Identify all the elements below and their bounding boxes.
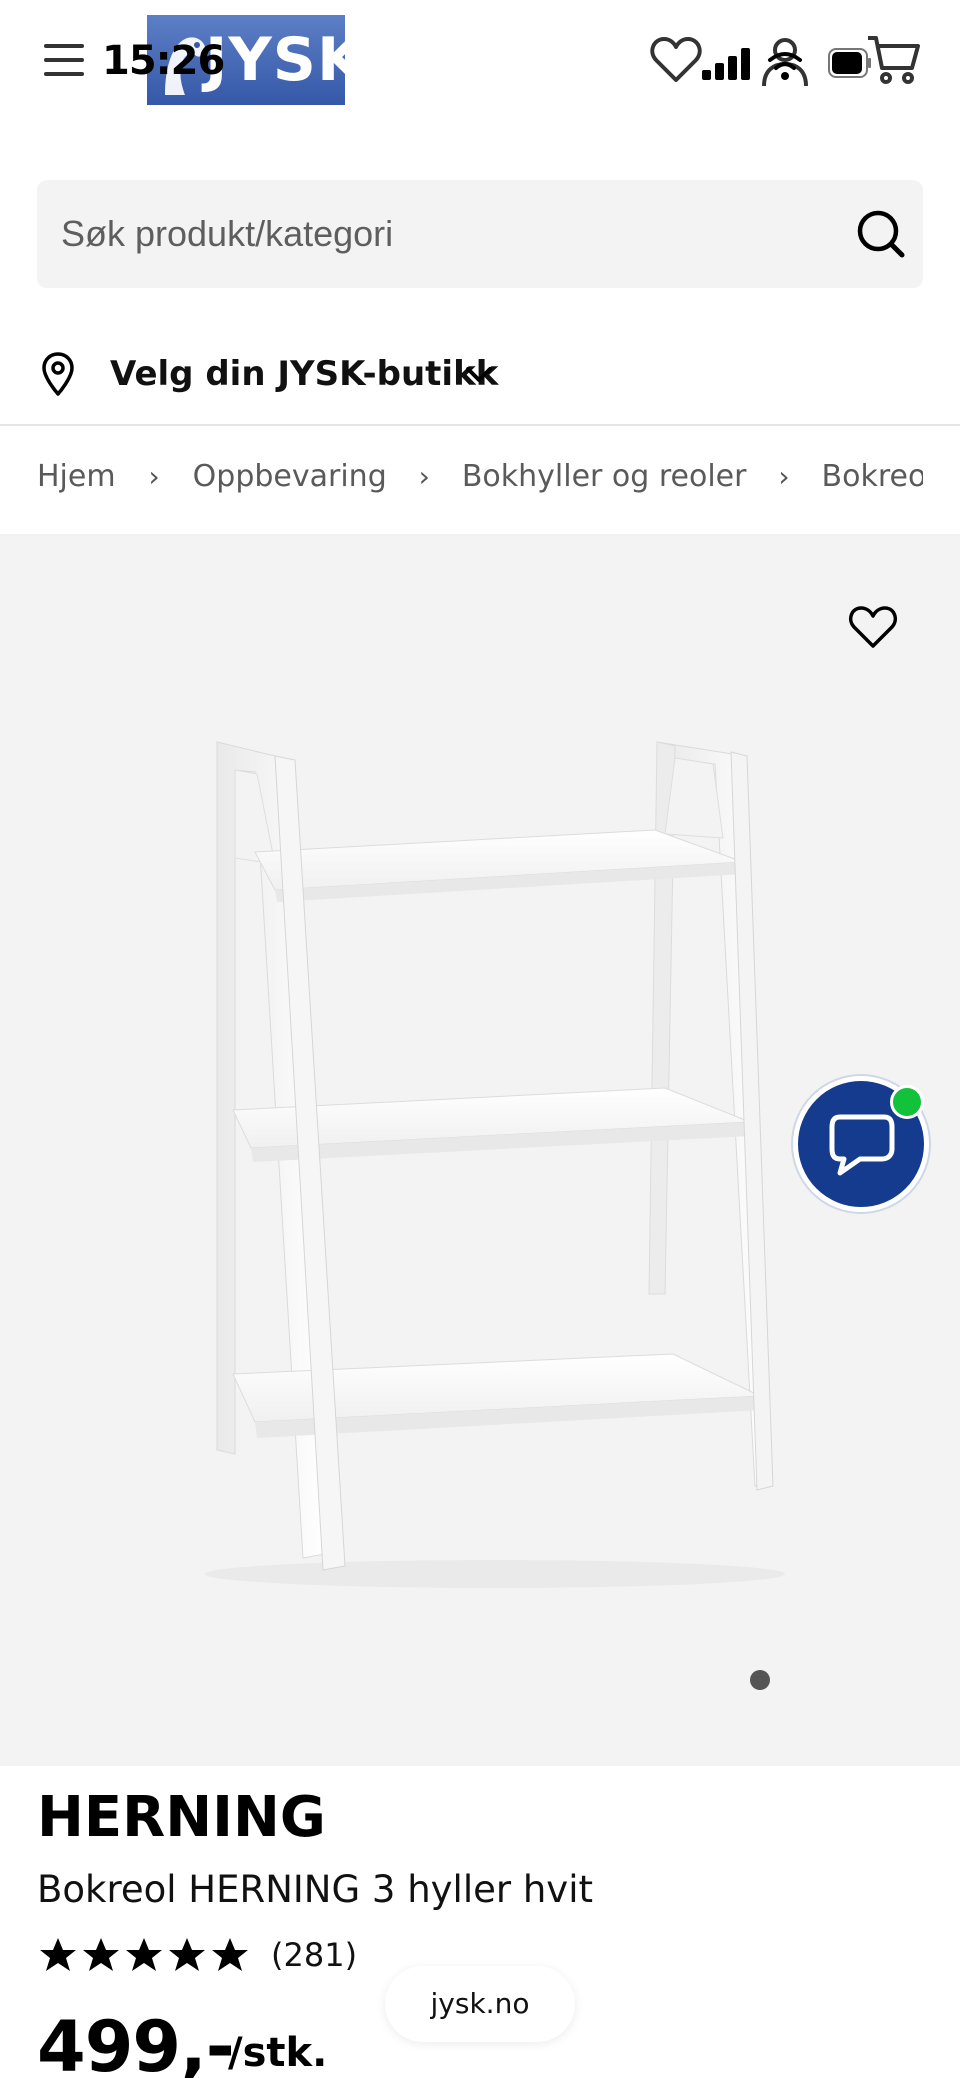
product-image [205, 741, 785, 1588]
product-name: Bokreol HERNING 3 hyller hvit [37, 1868, 593, 1911]
search-input[interactable] [61, 210, 801, 258]
breadcrumb-item-storage[interactable]: Oppbevaring [193, 459, 387, 494]
product-brand: HERNING [37, 1785, 326, 1850]
breadcrumb: Hjem › Oppbevaring › Bokhyller og reoler… [37, 458, 923, 502]
favorite-heart-icon[interactable] [848, 604, 898, 650]
store-selector[interactable]: Velg din JYSK-butikk [37, 340, 923, 410]
review-count: (281) [271, 1936, 358, 1974]
user-icon[interactable] [760, 36, 810, 88]
chevron-down-icon [466, 367, 492, 382]
online-status-dot [890, 1085, 924, 1119]
cart-icon[interactable] [866, 34, 920, 86]
price-unit: /stk. [228, 2030, 328, 2076]
breadcrumb-item-home[interactable]: Hjem [37, 459, 116, 494]
chevron-right-icon: › [148, 460, 160, 493]
heart-icon[interactable] [650, 36, 702, 84]
product-price: 499,- [37, 2006, 235, 2078]
site-header: JYSK 15:26 [0, 0, 960, 130]
search-bar [37, 180, 923, 288]
chevron-right-icon: › [418, 460, 430, 493]
status-time: 15:26 [102, 38, 225, 84]
search-icon[interactable] [852, 205, 912, 265]
browser-url-pill[interactable]: jysk.no [385, 1966, 575, 2042]
logo-text: JYSK [205, 25, 365, 95]
breadcrumb-item-current: Bokreol HERNING 3 hyller hvit [821, 459, 923, 494]
signal-icon [702, 48, 750, 80]
store-selector-label: Velg din JYSK-butikk [110, 354, 499, 394]
star-rating-icon [40, 1938, 248, 1971]
divider [0, 424, 960, 426]
menu-icon[interactable] [40, 40, 88, 80]
gallery-dot-active[interactable] [750, 1670, 770, 1690]
chevron-right-icon: › [778, 460, 790, 493]
breadcrumb-item-bookshelves[interactable]: Bokhyller og reoler [462, 459, 747, 494]
chat-bubble-icon [829, 1114, 895, 1176]
location-pin-icon [42, 352, 74, 396]
